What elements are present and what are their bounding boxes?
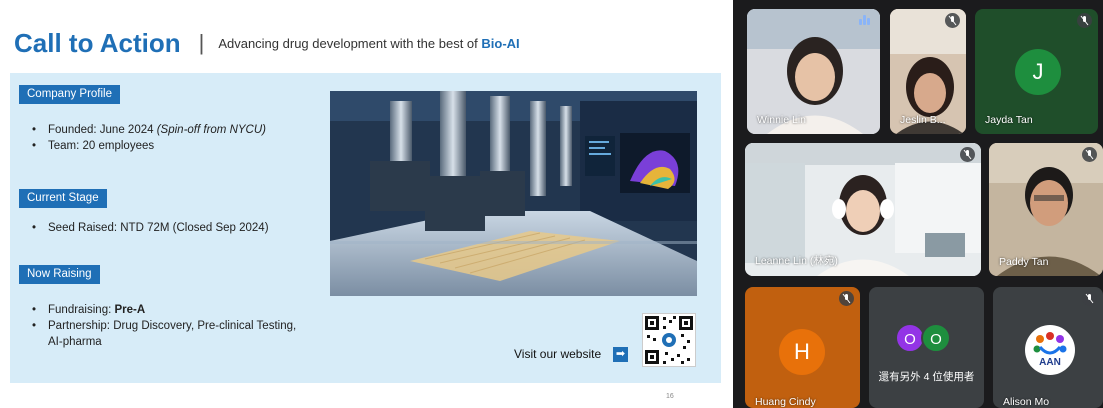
company-profile-label: Company Profile	[19, 85, 121, 104]
page-number: 16	[666, 393, 674, 400]
list-item: Fundraising: Pre-A	[32, 302, 302, 318]
participant-name: Leanne Lin (林宛)	[755, 255, 838, 267]
participant-name: Alison Mo	[1003, 396, 1050, 408]
slide-title-row: Call to Action | Advancing drug developm…	[14, 26, 520, 60]
title-separator: |	[198, 30, 205, 55]
arrow-right-icon[interactable]: ➡	[613, 347, 628, 362]
qr-code-icon	[642, 313, 696, 367]
other-participants-label: 還有另外 4 位使用者	[878, 371, 975, 383]
now-raising-list: Fundraising: Pre-A Partnership: Drug Dis…	[32, 302, 302, 350]
visit-website-link[interactable]: Visit our website	[514, 347, 601, 361]
participant-tile-jeslin[interactable]: Jeslin B...	[890, 9, 966, 134]
company-profile-list: Founded: June 2024 (Spin-off from NYCU) …	[32, 122, 322, 154]
slide-title: Call to Action	[14, 27, 181, 58]
now-raising-label: Now Raising	[19, 265, 100, 284]
participant-tile-winnie[interactable]: Winnie Lin	[747, 9, 880, 134]
lab-illustration	[330, 91, 697, 296]
participant-tile-leanne[interactable]: Leanne Lin (林宛)	[745, 143, 981, 276]
list-item: Seed Raised: NTD 72M (Closed Sep 2024)	[32, 220, 322, 236]
lab-automation-image	[330, 91, 697, 296]
mic-off-icon	[1082, 291, 1097, 306]
mic-off-icon	[1082, 147, 1097, 162]
list-item: Founded: June 2024 (Spin-off from NYCU)	[32, 122, 322, 138]
fundraising-value: Pre-A	[114, 304, 146, 316]
list-item: Partnership: Drug Discovery, Pre-clinica…	[32, 318, 302, 350]
participant-avatar: H	[779, 329, 825, 375]
list-item: Team: 20 employees	[32, 138, 322, 154]
subtitle-text: Advancing drug development with the best…	[218, 35, 478, 51]
mic-off-icon	[960, 147, 975, 162]
participant-name: Paddy Tan	[999, 256, 1049, 268]
participant-tile-cindy[interactable]: H Huang Cindy	[745, 287, 860, 408]
presentation-slide: Call to Action | Advancing drug developm…	[0, 0, 733, 408]
participant-avatar: AAN	[1025, 325, 1075, 375]
current-stage-label: Current Stage	[19, 189, 107, 208]
content-panel: Company Profile Founded: June 2024 (Spin…	[10, 73, 721, 383]
other-participants-tile[interactable]: O O 還有另外 4 位使用者	[869, 287, 984, 408]
participant-tile-alison[interactable]: AAN Alison Mo	[993, 287, 1103, 408]
mic-off-icon	[945, 13, 960, 28]
slide-subtitle: Advancing drug development with the best…	[218, 36, 519, 51]
current-stage-list: Seed Raised: NTD 72M (Closed Sep 2024)	[32, 220, 322, 236]
participant-avatar: J	[1015, 49, 1061, 95]
mic-off-icon	[1077, 13, 1092, 28]
participant-tile-paddy[interactable]: Paddy Tan	[989, 143, 1103, 276]
other-participants-avatars: O O	[895, 323, 965, 353]
participant-avatar: O	[921, 323, 951, 353]
speaking-indicator-icon	[858, 13, 872, 27]
founded-text: Founded: June 2024	[48, 124, 154, 136]
participant-name: Jayda Tan	[985, 114, 1033, 126]
participant-name: Jeslin B...	[900, 114, 946, 126]
founded-note: (Spin-off from NYCU)	[156, 124, 266, 136]
mic-off-icon	[839, 291, 854, 306]
participant-tile-jayda[interactable]: J Jayda Tan	[975, 9, 1098, 134]
fundraising-text: Fundraising:	[48, 304, 112, 316]
subtitle-highlight: Bio-AI	[481, 35, 520, 51]
aan-logo-text: AAN	[1039, 357, 1061, 368]
participant-name: Huang Cindy	[755, 396, 816, 408]
participant-name: Winnie Lin	[757, 114, 807, 126]
meeting-participants-panel: Winnie Lin Jeslin B... J Jayda Tan Leann…	[733, 0, 1103, 408]
